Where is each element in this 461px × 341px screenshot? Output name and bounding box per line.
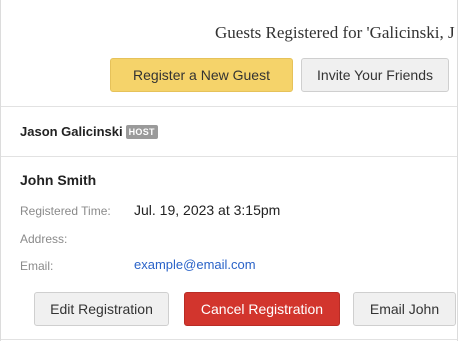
divider <box>1 156 457 157</box>
divider <box>1 339 457 340</box>
page-title: Guests Registered for 'Galicinski, J <box>215 23 455 42</box>
invite-friends-button[interactable]: Invite Your Friends <box>301 58 449 92</box>
email-guest-button[interactable]: Email John <box>353 292 456 326</box>
registered-time-label: Registered Time: <box>20 204 111 218</box>
divider <box>1 106 457 107</box>
cancel-registration-button[interactable]: Cancel Registration <box>184 292 340 326</box>
host-row: Jason Galicinski HOST <box>20 124 158 139</box>
registered-time-value: Jul. 19, 2023 at 3:15pm <box>134 202 281 218</box>
email-label: Email: <box>20 259 54 273</box>
host-badge: HOST <box>125 124 158 139</box>
host-name: Jason Galicinski <box>20 124 123 139</box>
email-link[interactable]: example@email.com <box>134 257 256 272</box>
address-label: Address: <box>20 232 68 246</box>
edit-registration-button[interactable]: Edit Registration <box>34 292 169 326</box>
guest-name: John Smith <box>20 172 97 188</box>
register-new-guest-button[interactable]: Register a New Guest <box>110 58 293 92</box>
guest-list-panel: Guests Registered for 'Galicinski, J Reg… <box>0 0 458 341</box>
